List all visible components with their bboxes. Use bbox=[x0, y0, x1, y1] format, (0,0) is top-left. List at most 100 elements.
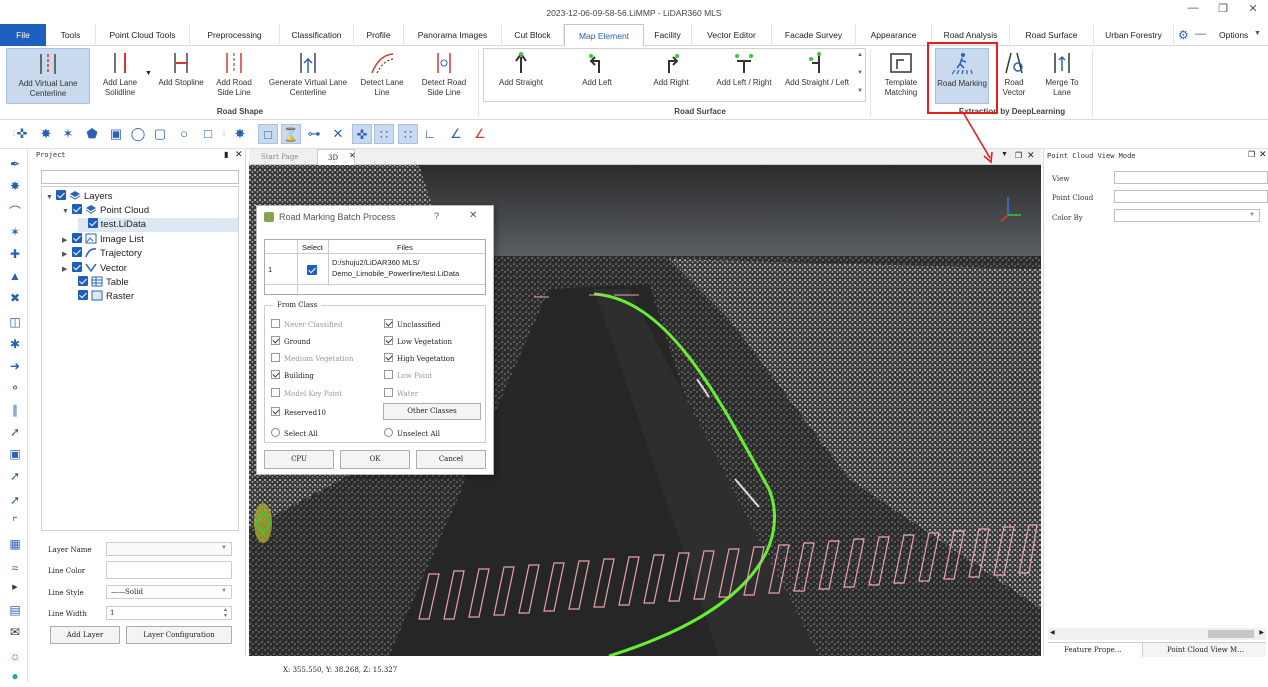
class-ground[interactable]: Ground bbox=[271, 336, 311, 346]
menu-classification[interactable]: Classification bbox=[280, 24, 354, 46]
grid-nodes-icon[interactable]: ∷ bbox=[374, 124, 394, 144]
menu-cut-block[interactable]: Cut Block bbox=[502, 24, 564, 46]
add-straight-left-button[interactable]: Add Straight / Left bbox=[782, 48, 852, 104]
class-building[interactable]: Building bbox=[271, 370, 314, 380]
minimize-icon[interactable]: — bbox=[1183, 2, 1203, 14]
line-style-dropdown[interactable]: ——Solid ▼ bbox=[106, 585, 232, 599]
add-virtual-lane-centerline-button[interactable]: Add Virtual Lane Centerline bbox=[6, 48, 90, 104]
menu-map-element[interactable]: Map Element bbox=[564, 24, 644, 47]
checkbox-test-lidata[interactable] bbox=[88, 218, 98, 228]
chevron-down-icon[interactable]: ▼ bbox=[1001, 151, 1008, 158]
scrollbar-thumb[interactable] bbox=[1208, 630, 1254, 638]
spin-icon[interactable]: ▲ ▼ bbox=[223, 607, 228, 619]
chevron-down-icon[interactable]: ▼ bbox=[46, 191, 56, 205]
menu-urban-forestry[interactable]: Urban Forestry bbox=[1094, 24, 1174, 46]
expand-icon[interactable]: ▶ bbox=[5, 583, 25, 601]
close-icon[interactable]: ✕ bbox=[1027, 150, 1035, 161]
menu-facility[interactable]: Facility bbox=[644, 24, 692, 46]
tab-start-page[interactable]: Start Page bbox=[261, 153, 298, 161]
other-classes-button[interactable]: Other Classes bbox=[383, 403, 481, 420]
erase-icon[interactable]: ✖ bbox=[5, 291, 25, 309]
cluster-icon[interactable]: ▦ bbox=[5, 537, 25, 555]
class-low-vegetation[interactable]: Low Vegetation bbox=[384, 336, 452, 346]
generate-virtual-lane-centerline-button[interactable]: Generate Virtual Lane Centerline bbox=[262, 48, 354, 104]
pen-icon[interactable]: ✒ bbox=[5, 157, 25, 175]
rectangle-icon[interactable]: ▢ bbox=[150, 124, 170, 144]
expand-gallery-icon[interactable]: ▼ bbox=[857, 88, 863, 94]
add-stopline-button[interactable]: Add Stopline bbox=[158, 48, 204, 104]
class-model-key-point[interactable]: Model Key Point bbox=[271, 388, 342, 398]
delete-angle-icon[interactable]: ∠ bbox=[470, 124, 490, 144]
pin-icon[interactable]: ▮ bbox=[224, 150, 228, 159]
restore-icon[interactable]: ❐ bbox=[1213, 2, 1233, 15]
restore-icon[interactable]: ❐ bbox=[1248, 150, 1255, 159]
checkbox-layers[interactable] bbox=[56, 190, 66, 200]
node-icon[interactable]: ✶ bbox=[5, 225, 25, 243]
circle-icon[interactable]: ◯ bbox=[128, 124, 148, 144]
class-low-point[interactable]: Low Point bbox=[384, 370, 432, 380]
template-matching-button[interactable]: Template Matching bbox=[874, 48, 928, 104]
wave-icon[interactable]: ≈ bbox=[5, 561, 25, 579]
tree-item-test-lidata[interactable]: test.LiData bbox=[78, 218, 238, 232]
split-line-icon[interactable]: ◫ bbox=[5, 315, 25, 333]
close-icon[interactable]: ✕ bbox=[349, 151, 356, 160]
menu-facade-survey[interactable]: Facade Survey bbox=[772, 24, 856, 46]
checkbox-vector[interactable] bbox=[72, 262, 82, 272]
chevron-right-icon[interactable]: ▶ bbox=[62, 248, 72, 262]
menu-tools[interactable]: Tools bbox=[46, 24, 96, 46]
table-row[interactable]: 1 D:/shuju2/LiDAR360 MLS/ Demo_Limobile_… bbox=[265, 255, 485, 285]
checkbox-trajectory[interactable] bbox=[72, 247, 82, 257]
menu-vector-editor[interactable]: Vector Editor bbox=[692, 24, 772, 46]
layer-configuration-button[interactable]: Layer Configuration bbox=[126, 626, 232, 644]
add-layer-button[interactable]: Add Layer bbox=[50, 626, 120, 644]
angle-icon[interactable]: ∠ bbox=[446, 124, 466, 144]
transform-icon[interactable]: ✚ bbox=[5, 247, 25, 265]
globe-icon[interactable]: ☼ bbox=[5, 649, 25, 667]
detect-lane-line-button[interactable]: Detect Lane Line bbox=[356, 48, 408, 104]
cancel-button[interactable]: Cancel bbox=[416, 450, 486, 469]
menu-profile[interactable]: Profile bbox=[354, 24, 404, 46]
extend-icon[interactable]: ➜ bbox=[5, 359, 25, 377]
close-icon[interactable]: ✕ bbox=[235, 149, 243, 160]
menu-preprocessing[interactable]: Preprocessing bbox=[190, 24, 280, 46]
layer-name-dropdown[interactable]: ▼ bbox=[106, 542, 232, 556]
tree-item-trajectory[interactable]: ▶ Trajectory bbox=[62, 247, 142, 261]
node-cross-icon[interactable]: ✜ bbox=[352, 124, 372, 144]
chevron-down-icon[interactable]: ▼ bbox=[145, 70, 152, 77]
menu-panorama-images[interactable]: Panorama Images bbox=[404, 24, 502, 46]
document-icon[interactable]: ▤ bbox=[5, 603, 25, 621]
line-node-icon[interactable]: ⊶ bbox=[304, 124, 324, 144]
cross-icon[interactable]: ✕ bbox=[328, 124, 348, 144]
checkbox-point-cloud[interactable] bbox=[72, 204, 82, 214]
vertex-icon[interactable]: ✶ bbox=[58, 124, 78, 144]
add-road-side-line-button[interactable]: Add Road Side Line bbox=[208, 48, 260, 104]
row-select-checkbox[interactable] bbox=[307, 265, 317, 275]
detect-road-side-line-button[interactable]: Detect Road Side Line bbox=[414, 48, 474, 104]
tab-feature-properties[interactable]: Feature Propе… bbox=[1064, 646, 1122, 654]
checkbox-image-list[interactable] bbox=[72, 233, 82, 243]
collapse-icon[interactable]: — bbox=[1195, 28, 1206, 40]
unselect-all-radio[interactable]: Unselect All bbox=[384, 428, 440, 438]
class-reserved10[interactable]: Reserved10 bbox=[271, 407, 326, 417]
offset-icon[interactable]: ➚ bbox=[5, 425, 25, 443]
arc-icon[interactable]: ⌒ bbox=[5, 203, 25, 221]
road-vector-button[interactable]: Road Vector bbox=[996, 48, 1032, 104]
scroll-right-icon[interactable]: ▶ bbox=[1259, 629, 1264, 636]
tab-point-cloud-view-mode[interactable]: Point Cloud View M… bbox=[1142, 643, 1266, 657]
menu-appearance[interactable]: Appearance bbox=[856, 24, 932, 46]
rect-select-icon[interactable]: ▣ bbox=[106, 124, 126, 144]
class-water[interactable]: Water bbox=[384, 388, 418, 398]
tree-item-table[interactable]: Table bbox=[78, 276, 129, 290]
point-cloud-field[interactable] bbox=[1114, 190, 1268, 203]
corner-icon[interactable]: ⌜ bbox=[5, 515, 25, 533]
color-by-dropdown[interactable]: ▼ bbox=[1114, 209, 1260, 222]
checkbox-raster[interactable] bbox=[78, 290, 88, 300]
mail-icon[interactable]: ✉ bbox=[5, 625, 25, 643]
tree-item-point-cloud[interactable]: ▼ Point Cloud bbox=[62, 204, 149, 218]
scroll-up-icon[interactable]: ▲ bbox=[857, 52, 863, 58]
slope-icon[interactable]: ➚ bbox=[5, 493, 25, 511]
menu-file[interactable]: File bbox=[0, 24, 46, 46]
grid-cross-icon[interactable]: ∷ bbox=[398, 124, 418, 144]
split-icon[interactable]: ✸ bbox=[230, 124, 250, 144]
horizontal-scrollbar[interactable]: ◀ ▶ bbox=[1048, 628, 1266, 640]
